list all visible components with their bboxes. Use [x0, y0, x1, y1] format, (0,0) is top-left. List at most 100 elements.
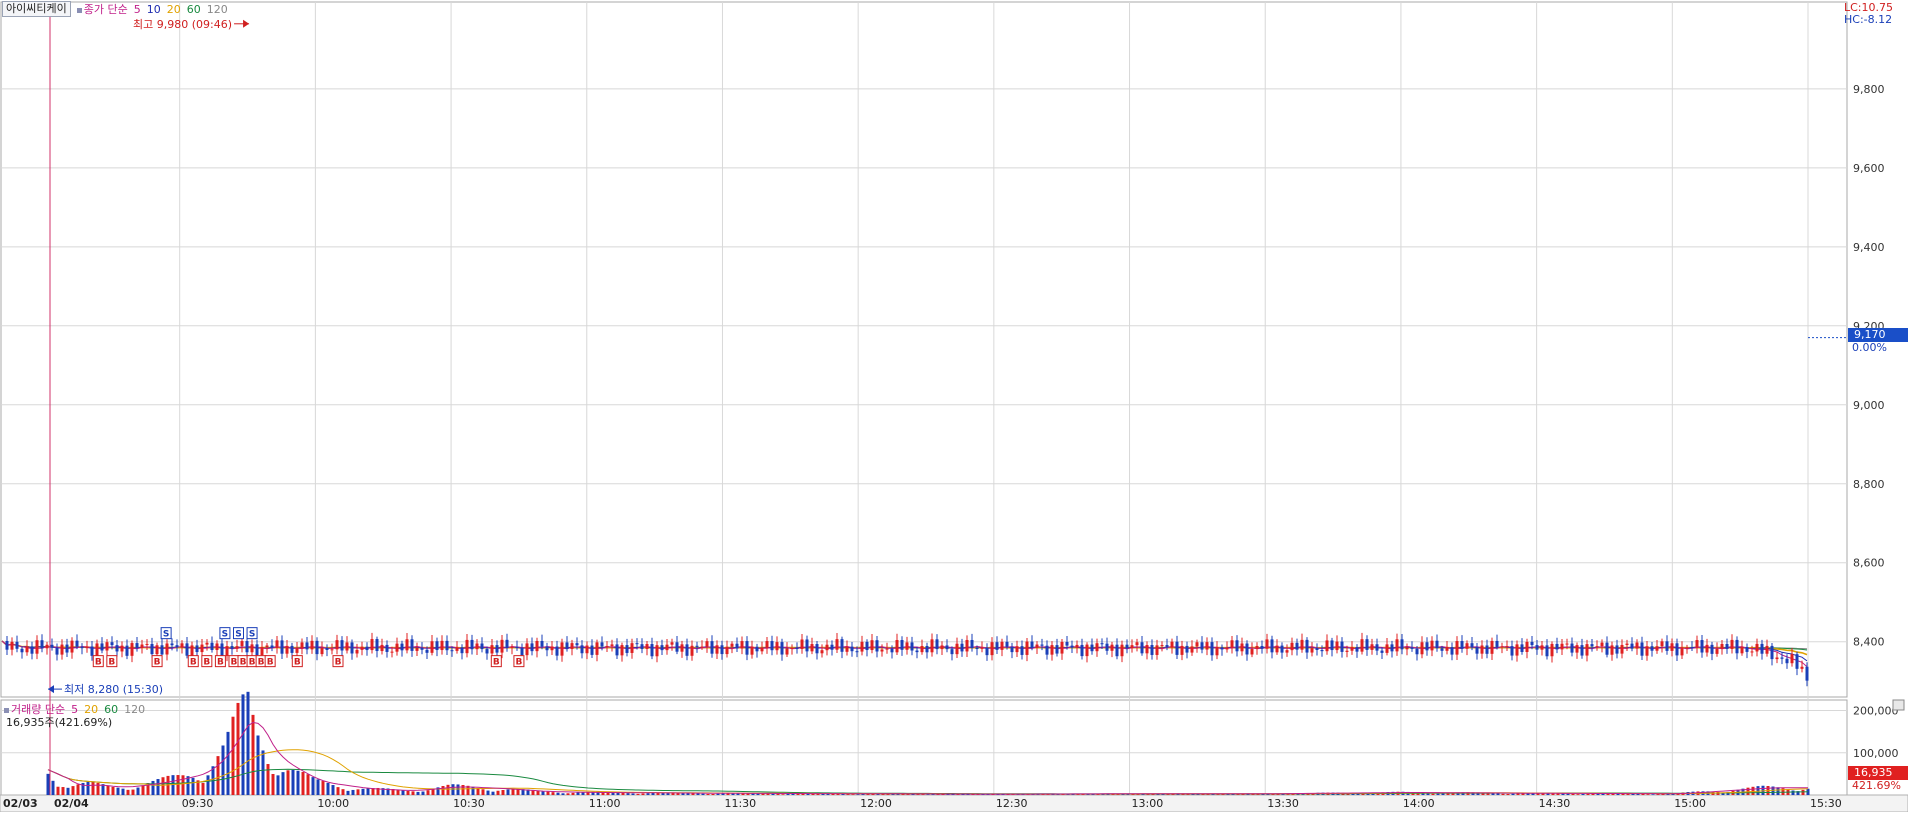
candle-body	[1526, 642, 1529, 652]
volume-bar	[707, 794, 710, 795]
signal-label: B	[108, 658, 115, 668]
volume-bar	[427, 790, 430, 795]
volume-bar	[187, 776, 190, 795]
candle-body	[1726, 644, 1729, 649]
volume-bar	[107, 786, 110, 795]
time-tick-label: 09:30	[182, 797, 214, 810]
candle-body	[31, 646, 34, 653]
time-tick-label: 12:30	[996, 797, 1028, 810]
signal-label: B	[95, 658, 102, 668]
candle-body	[1736, 640, 1739, 653]
volume-bar	[152, 781, 155, 795]
candle-body	[256, 644, 259, 655]
candle-body	[1026, 642, 1029, 655]
time-axis-band	[0, 795, 1908, 812]
candle-body	[1791, 654, 1794, 663]
volume-bar	[1757, 786, 1760, 795]
candle-body	[1076, 645, 1079, 648]
candle-body	[81, 647, 84, 648]
candle-body	[46, 645, 49, 649]
volume-bar	[127, 790, 130, 795]
candle-body	[921, 646, 924, 652]
candle-body	[1396, 639, 1399, 651]
candle-body	[1426, 642, 1429, 650]
candle-body	[351, 642, 354, 653]
candle-body	[1266, 639, 1269, 648]
candle-body	[1766, 646, 1769, 654]
candle-body	[421, 648, 424, 650]
candle-body	[606, 646, 609, 647]
candle-body	[1001, 642, 1004, 650]
candle-body	[306, 642, 309, 649]
candle-body	[231, 646, 234, 649]
candle-body	[686, 644, 689, 655]
candle-body	[1556, 644, 1559, 650]
candle-body	[1516, 644, 1519, 655]
volume-bar	[642, 793, 645, 795]
candle-body	[11, 642, 14, 650]
candle-body	[526, 643, 529, 655]
volume-bar	[402, 790, 405, 795]
high-marker-text: 최고 9,980 (09:46)	[133, 18, 232, 31]
volume-bar	[1512, 794, 1515, 795]
candle-body	[1371, 644, 1374, 650]
volume-bar	[547, 792, 550, 795]
candle-body	[751, 647, 754, 655]
volume-bar	[267, 764, 270, 795]
candle-body	[366, 647, 369, 650]
candle-body	[1121, 645, 1124, 657]
volume-bar	[447, 785, 450, 795]
candle-body	[596, 642, 599, 655]
candle-body	[1196, 642, 1199, 646]
volume-bar	[282, 772, 285, 795]
volume-bar	[1652, 794, 1655, 795]
candle-body	[1761, 644, 1764, 654]
volume-bar	[572, 793, 575, 795]
candle-body	[1746, 647, 1749, 652]
candle-body	[311, 641, 314, 650]
candle-body	[1771, 646, 1774, 659]
candle-body	[1681, 647, 1684, 655]
candle-body	[101, 643, 104, 650]
candle-body	[516, 647, 519, 648]
candle-body	[1181, 646, 1184, 655]
candle-body	[1051, 645, 1054, 655]
candle-body	[1066, 642, 1069, 646]
candle-body	[666, 645, 669, 650]
candle-body	[216, 643, 219, 650]
candle-body	[1656, 646, 1659, 651]
volume-bar	[257, 735, 260, 795]
stock-name[interactable]: 아이씨티케이	[2, 1, 71, 17]
candle-body	[1171, 642, 1174, 648]
candle-body	[1131, 645, 1134, 648]
candle-body	[1676, 643, 1679, 655]
candle-body	[1591, 644, 1594, 646]
volume-bar	[52, 781, 55, 795]
candle-body	[941, 645, 944, 649]
candle-body	[201, 645, 204, 652]
volume-bar	[62, 787, 65, 795]
chart-canvas[interactable]: 8,4008,6008,8009,0009,2009,4009,6009,800…	[0, 0, 1908, 812]
candle-body	[1146, 645, 1149, 653]
price-tick-label: 9,600	[1853, 162, 1885, 175]
candle-body	[1596, 646, 1599, 647]
candle-body	[636, 643, 639, 644]
candle-body	[701, 647, 704, 648]
candle-body	[176, 645, 179, 647]
candle-body	[16, 642, 19, 649]
candle-body	[1261, 646, 1264, 649]
candle-body	[1236, 640, 1239, 651]
stock-chart[interactable]: 8,4008,6008,8009,0009,2009,4009,6009,800…	[0, 0, 1908, 812]
candle-body	[841, 639, 844, 652]
volume-bar	[1777, 787, 1780, 795]
candle-body	[626, 645, 629, 653]
volume-bar	[117, 788, 120, 795]
candle-body	[456, 647, 459, 651]
time-tick-label: 12:00	[860, 797, 892, 810]
candle-body	[561, 642, 564, 655]
volume-bar	[92, 782, 95, 795]
candle-body	[916, 651, 919, 653]
candle-body	[1506, 646, 1509, 647]
volume-bar	[1572, 794, 1575, 795]
candle-body	[1116, 645, 1119, 657]
